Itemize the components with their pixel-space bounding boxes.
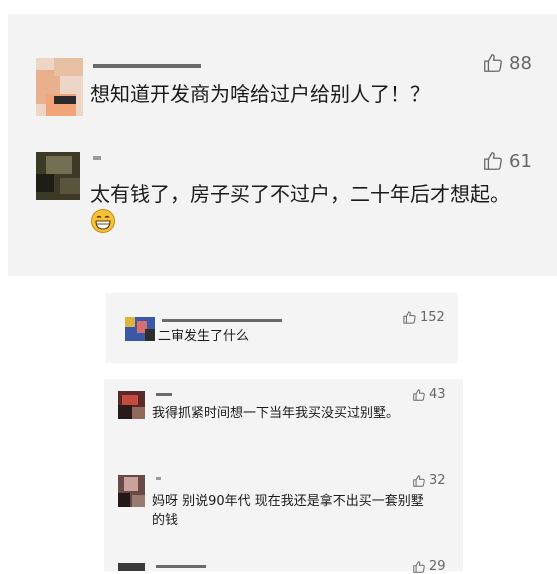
like-button[interactable]: 43 [412,387,446,402]
comment-text: 二审发生了什么 [158,329,250,344]
like-count: 61 [509,150,532,172]
thumbs-up-icon [484,152,502,170]
avatar[interactable] [36,58,83,116]
avatar[interactable] [118,563,145,571]
thumbs-up-icon [413,474,425,487]
avatar[interactable] [36,152,80,200]
thumbs-up-icon [413,388,425,401]
avatar[interactable] [125,317,155,341]
comment-text: 太有钱了，房子买了不过户，二十年后才想起。 [90,182,530,237]
comment-panel-large: 88 想知道开发商为啥给过户给别人了！？ 61 太有钱了，房子买了不过户，二十年… [8,14,557,276]
like-button[interactable]: 29 [412,559,446,574]
thumbs-up-icon [413,560,425,573]
like-count: 43 [429,387,446,402]
grinning-face-icon [91,208,115,233]
like-button[interactable]: 88 [482,52,532,74]
username-redacted [156,565,206,568]
username-redacted [156,477,161,480]
like-button[interactable]: 61 [482,150,532,172]
avatar[interactable] [118,391,145,419]
like-button[interactable]: 32 [412,473,446,488]
comment-text: 妈呀 别说90年代 现在我还是拿不出买一套别墅的钱 [152,494,424,528]
comment-text: 想知道开发商为啥给过户给别人了！？ [90,82,430,106]
like-count: 152 [420,310,445,325]
avatar[interactable] [118,475,145,507]
comment-text-content: 太有钱了，房子买了不过户，二十年后才想起。 [90,182,510,206]
username-redacted [156,393,172,396]
username-redacted [162,319,282,322]
comment-text: 我得抓紧时间想一下当年我买没买过别墅。 [152,406,400,421]
thumbs-up-icon [403,311,416,324]
like-count: 88 [509,52,532,74]
comment-panel-medium: 152 二审发生了什么 [106,293,458,363]
like-count: 32 [429,473,446,488]
username-redacted [93,64,201,68]
like-count: 29 [429,559,446,574]
like-button[interactable]: 152 [402,310,445,325]
username-redacted [93,156,101,160]
comment-panel-small: 43 我得抓紧时间想一下当年我买没买过别墅。 32 妈呀 别说90年代 现在我还… [104,379,463,574]
thumbs-up-icon [484,54,502,72]
